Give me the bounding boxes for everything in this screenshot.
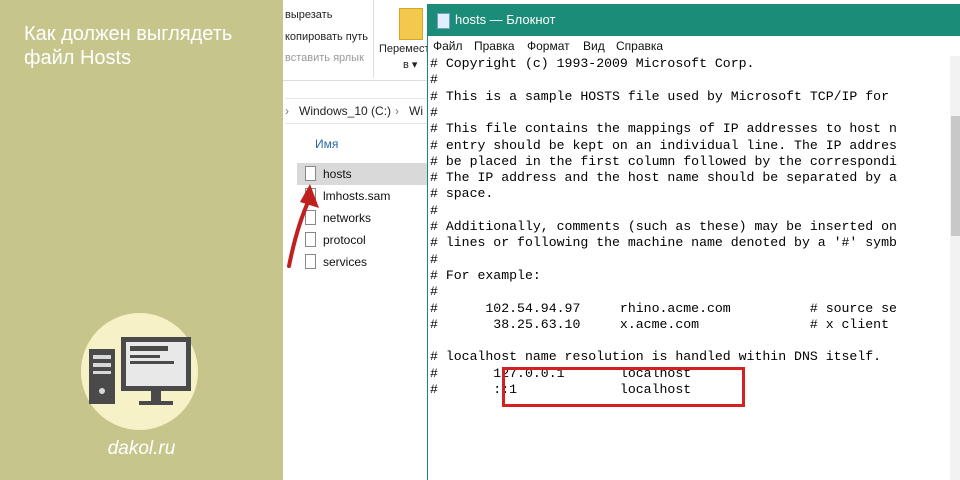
localhost-highlight-box [502,367,745,407]
text-line: # For example: [430,267,541,283]
text-line: # localhost name resolution is handled w… [430,349,882,365]
text-line: # This file contains the mappings of IP … [430,121,897,137]
paste-shortcut-button[interactable]: вставить ярлык [285,52,364,64]
breadcrumb-next[interactable]: Wi [409,99,423,123]
chevron-right-icon: › [395,104,399,118]
text-line: # The IP address and the host name shoul… [430,170,897,186]
notepad-window: hosts — Блокнот Файл Правка Формат Вид С… [427,4,960,480]
column-header-name[interactable]: Имя [315,137,338,151]
menu-file[interactable]: Файл [433,39,463,53]
copy-path-button[interactable]: копировать путь [285,31,368,43]
arrow-annotation-icon [287,184,319,268]
move-to-button[interactable]: Перемести [379,43,430,55]
menu-bar: Файл Правка Формат Вид Справка [428,36,960,56]
ribbon-border [283,80,430,81]
computer-logo [81,313,198,430]
file-name: lmhosts.sam [323,189,391,203]
text-line: # lines or following the machine name de… [430,235,897,251]
menu-edit[interactable]: Правка [474,39,515,53]
text-line: # Additionally, comments (such as these)… [430,219,897,234]
breadcrumb-drive[interactable]: Windows_10 (C:) [299,99,391,123]
text-line: # space. [430,186,494,202]
promo-title: Как должен выглядеть файл Hosts [24,23,233,69]
text-line: # This is a sample HOSTS file used by Mi… [430,88,889,104]
text-line: # [430,284,438,300]
text-line: # 38.25.63.10 x.acme.com # x client [430,316,889,332]
file-name: protocol [323,233,366,247]
menu-help[interactable]: Справка [616,39,663,53]
notepad-titlebar[interactable]: hosts — Блокнот [428,4,960,36]
text-line: # [430,72,438,88]
folder-icon[interactable] [399,8,423,40]
text-line: # entry should be kept on an individual … [430,137,897,153]
promo-panel: Как должен выглядеть файл Hosts dakol.ru [0,0,283,480]
chevron-right-icon: › [285,104,289,118]
notepad-icon [437,13,450,29]
ribbon-divider [373,0,374,78]
address-bar[interactable]: › Windows_10 (C:) › Wi [285,98,430,124]
text-line: # Copyright (c) 1993-2009 Microsoft Corp… [430,56,755,71]
text-line: # 102.54.94.97 rhino.acme.com # source s… [430,300,897,316]
site-name: dakol.ru [107,438,176,459]
menu-format[interactable]: Формат [527,39,570,53]
text-line: # [430,251,438,267]
window-title: hosts — Блокнот [455,12,556,27]
vertical-scrollbar[interactable] [950,56,960,480]
move-to-dropdown[interactable]: в ▾ [403,58,417,71]
scrollbar-thumb[interactable] [951,116,960,236]
text-line: # [430,202,438,218]
computer-icon [89,337,191,405]
file-name: networks [323,211,372,225]
file-name: services [323,255,368,269]
cut-button[interactable]: вырезать [285,9,332,21]
text-line: # [430,104,438,120]
menu-view[interactable]: Вид [583,39,605,53]
text-editor[interactable]: # Copyright (c) 1993-2009 Microsoft Corp… [430,56,950,480]
text-line: # be placed in the first column followed… [430,153,897,169]
